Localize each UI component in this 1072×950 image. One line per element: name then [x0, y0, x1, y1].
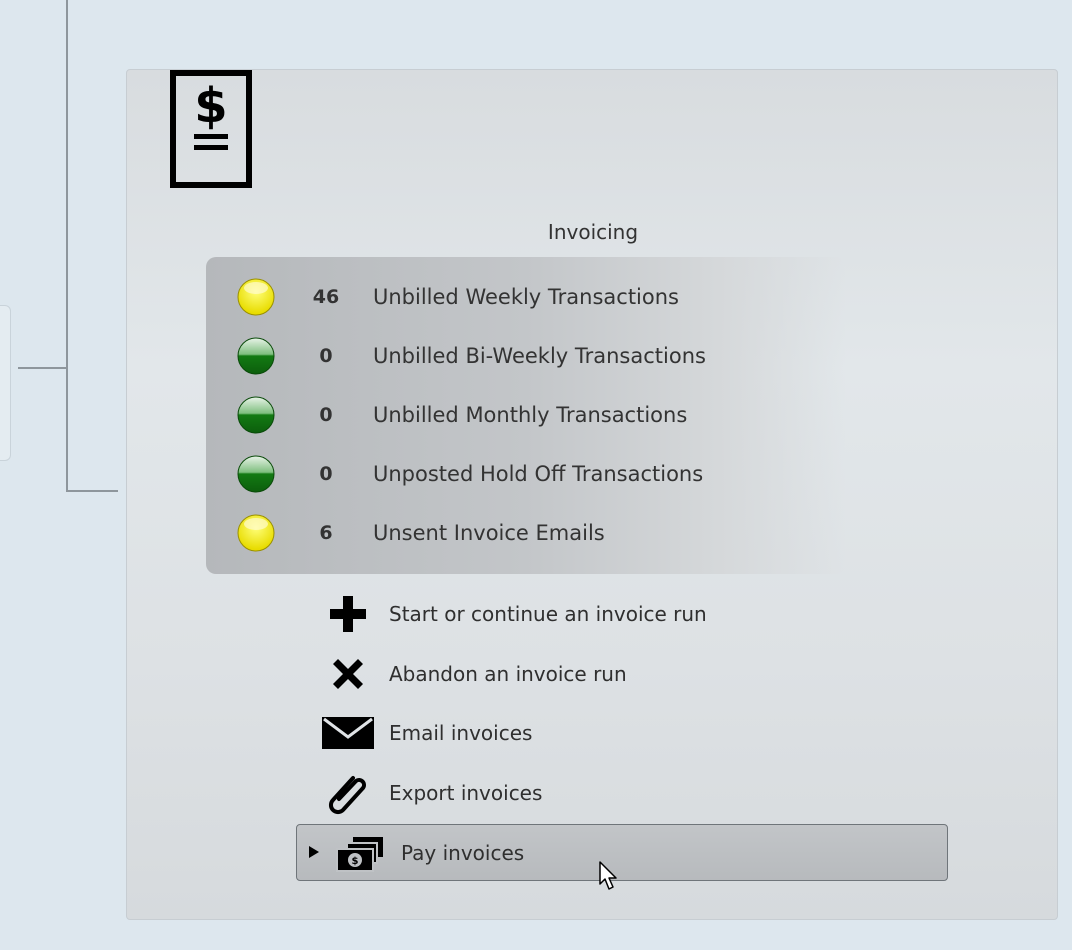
left-panel-edge	[0, 305, 11, 461]
email-invoices-link[interactable]: Email invoices	[320, 711, 800, 755]
tree-connector-vertical	[66, 0, 68, 492]
invoice-dollar-icon: $	[170, 70, 252, 188]
mouse-cursor-icon	[599, 861, 617, 890]
status-summary: 46 Unbilled Weekly Transactions 0 Unbill…	[206, 257, 846, 574]
status-count: 0	[319, 463, 333, 485]
cash-stack-icon: $	[336, 837, 383, 872]
status-label: Unbilled Bi-Weekly Transactions	[373, 344, 706, 368]
export-invoices-link[interactable]: Export invoices	[320, 771, 800, 815]
status-count: 0	[319, 345, 333, 367]
triangle-right-icon	[309, 846, 319, 858]
envelope-icon	[320, 711, 376, 755]
plus-icon	[320, 592, 376, 636]
status-indicator-yellow-icon	[237, 278, 275, 316]
action-label: Abandon an invoice run	[389, 662, 627, 686]
abandon-invoice-run-link[interactable]: Abandon an invoice run	[320, 652, 800, 696]
status-count: 46	[312, 286, 340, 308]
pay-invoices-label: Pay invoices	[401, 841, 525, 865]
panel-title: Invoicing	[547, 220, 639, 244]
status-count: 0	[319, 404, 333, 426]
pay-invoices-button[interactable]: $ Pay invoices	[296, 824, 948, 881]
status-row-hold-off[interactable]: 0 Unposted Hold Off Transactions	[206, 454, 846, 494]
status-label: Unposted Hold Off Transactions	[373, 462, 704, 486]
status-indicator-yellow-icon	[237, 514, 275, 552]
status-indicator-green-icon	[237, 396, 275, 434]
status-label: Unbilled Monthly Transactions	[373, 403, 688, 427]
tree-connector-horizontal	[66, 490, 118, 492]
close-icon	[320, 652, 376, 696]
svg-text:$: $	[194, 78, 227, 134]
status-row-biweekly[interactable]: 0 Unbilled Bi-Weekly Transactions	[206, 336, 846, 376]
status-label: Unbilled Weekly Transactions	[373, 285, 679, 309]
status-label: Unsent Invoice Emails	[373, 521, 605, 545]
invoicing-panel: $ Invoicing 46 Unbilled Weekly Transacti…	[126, 69, 1058, 920]
status-indicator-green-icon	[237, 455, 275, 493]
status-row-monthly[interactable]: 0 Unbilled Monthly Transactions	[206, 395, 846, 435]
status-count: 6	[319, 522, 333, 544]
tree-connector-horizontal	[18, 367, 68, 369]
action-label: Export invoices	[389, 781, 543, 805]
status-row-weekly[interactable]: 46 Unbilled Weekly Transactions	[206, 277, 846, 317]
paperclip-icon	[320, 771, 376, 815]
status-row-invoice-emails[interactable]: 6 Unsent Invoice Emails	[206, 513, 846, 553]
svg-text:$: $	[352, 856, 359, 867]
action-label: Start or continue an invoice run	[389, 602, 707, 626]
status-indicator-green-icon	[237, 337, 275, 375]
action-label: Email invoices	[389, 721, 533, 745]
start-invoice-run-link[interactable]: Start or continue an invoice run	[320, 592, 800, 636]
